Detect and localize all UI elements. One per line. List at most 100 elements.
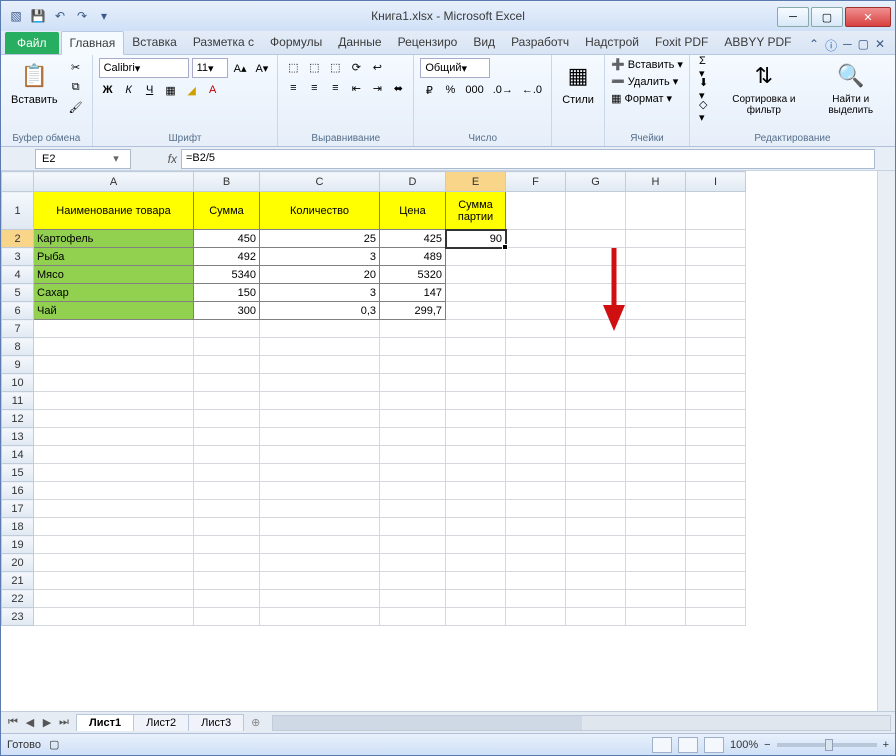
cell[interactable]: Наименование товара [34, 192, 194, 230]
format-painter-icon[interactable]: 🖌 [66, 98, 86, 116]
cell[interactable] [446, 428, 506, 446]
column-header[interactable]: G [566, 172, 626, 192]
undo-icon[interactable]: ↶ [51, 7, 69, 25]
cell[interactable] [260, 518, 380, 536]
italic-button[interactable]: К [120, 81, 138, 99]
ribbon-tab[interactable]: Главная [61, 31, 125, 55]
cell[interactable] [260, 554, 380, 572]
cell[interactable] [506, 374, 566, 392]
cell[interactable] [686, 518, 746, 536]
cell[interactable] [380, 590, 446, 608]
maximize-button[interactable]: ▢ [811, 7, 843, 27]
minimize-ribbon-icon[interactable]: ⌃ [809, 37, 819, 54]
cell[interactable] [380, 518, 446, 536]
cell[interactable]: 5340 [194, 266, 260, 284]
row-header[interactable]: 20 [2, 554, 34, 572]
cell[interactable]: 25 [260, 230, 380, 248]
cell[interactable] [626, 536, 686, 554]
cell[interactable] [626, 192, 686, 230]
ribbon-tab[interactable]: Foxit PDF [647, 31, 716, 54]
cell[interactable] [566, 446, 626, 464]
comma-icon[interactable]: 000 [462, 81, 486, 99]
row-header[interactable]: 4 [2, 266, 34, 284]
cell[interactable] [380, 410, 446, 428]
row-header[interactable]: 11 [2, 392, 34, 410]
cell[interactable] [506, 500, 566, 518]
cell[interactable] [686, 428, 746, 446]
fill-icon[interactable]: ⬇ ▾ [696, 80, 715, 98]
cell[interactable] [566, 464, 626, 482]
cell[interactable] [566, 284, 626, 302]
cell[interactable] [566, 356, 626, 374]
cell[interactable] [380, 464, 446, 482]
insert-cells-button[interactable]: ➕Вставить ▾ [611, 58, 683, 71]
ribbon-tab[interactable]: Вид [465, 31, 503, 54]
cell[interactable] [260, 464, 380, 482]
cell[interactable]: Рыба [34, 248, 194, 266]
row-header[interactable]: 18 [2, 518, 34, 536]
styles-button[interactable]: ▦ Стили [558, 58, 598, 108]
cell[interactable] [34, 482, 194, 500]
cell[interactable] [260, 536, 380, 554]
cell[interactable] [194, 554, 260, 572]
fill-color-button[interactable]: ◢ [183, 81, 201, 99]
cell[interactable]: 90 [446, 230, 506, 248]
decrease-font-icon[interactable]: A▾ [252, 59, 271, 77]
ribbon-window-min-icon[interactable]: ─ [843, 37, 852, 54]
cell[interactable] [380, 320, 446, 338]
cell[interactable] [566, 500, 626, 518]
cell[interactable] [506, 554, 566, 572]
align-top-icon[interactable]: ⬚ [284, 58, 302, 76]
cell[interactable] [380, 428, 446, 446]
cell[interactable] [34, 500, 194, 518]
delete-cells-button[interactable]: ➖Удалить ▾ [611, 75, 683, 88]
cell[interactable] [626, 266, 686, 284]
tab-next-icon[interactable]: ▶ [39, 716, 55, 729]
cell[interactable] [260, 446, 380, 464]
redo-icon[interactable]: ↷ [73, 7, 91, 25]
row-header[interactable]: 16 [2, 482, 34, 500]
cell[interactable] [686, 320, 746, 338]
cell[interactable]: Сумма [194, 192, 260, 230]
cell[interactable] [566, 554, 626, 572]
cell[interactable] [380, 374, 446, 392]
cell[interactable]: Чай [34, 302, 194, 320]
cell[interactable] [506, 248, 566, 266]
font-name-select[interactable]: Calibri ▾ [99, 58, 189, 78]
row-header[interactable]: 6 [2, 302, 34, 320]
cell[interactable] [566, 192, 626, 230]
cell[interactable] [194, 410, 260, 428]
cell[interactable] [626, 554, 686, 572]
paste-button[interactable]: 📋 Вставить [7, 58, 62, 108]
cell[interactable]: 3 [260, 248, 380, 266]
cell[interactable]: 0,3 [260, 302, 380, 320]
cell[interactable] [260, 590, 380, 608]
row-header[interactable]: 19 [2, 536, 34, 554]
decrease-indent-icon[interactable]: ⇤ [347, 79, 365, 97]
cell[interactable] [626, 302, 686, 320]
cell[interactable] [686, 590, 746, 608]
wrap-text-icon[interactable]: ↩ [368, 58, 386, 76]
ribbon-window-close-icon[interactable]: ✕ [875, 37, 885, 54]
horizontal-scrollbar[interactable] [272, 715, 891, 731]
cell[interactable]: Мясо [34, 266, 194, 284]
cell[interactable] [506, 482, 566, 500]
sheet-tab[interactable]: Лист1 [76, 714, 134, 731]
cell[interactable] [686, 446, 746, 464]
row-header[interactable]: 15 [2, 464, 34, 482]
cell[interactable] [260, 392, 380, 410]
cell[interactable] [566, 518, 626, 536]
cell[interactable] [260, 410, 380, 428]
cell[interactable] [260, 572, 380, 590]
cell[interactable] [34, 572, 194, 590]
ribbon-window-restore-icon[interactable]: ▢ [858, 37, 869, 54]
cell[interactable] [626, 446, 686, 464]
cell[interactable] [626, 608, 686, 626]
cell[interactable] [566, 392, 626, 410]
tab-first-icon[interactable]: ⏮ [5, 716, 21, 729]
cell[interactable] [686, 554, 746, 572]
bold-button[interactable]: Ж [99, 81, 117, 99]
column-header[interactable]: C [260, 172, 380, 192]
cell[interactable] [380, 500, 446, 518]
cell[interactable] [686, 248, 746, 266]
